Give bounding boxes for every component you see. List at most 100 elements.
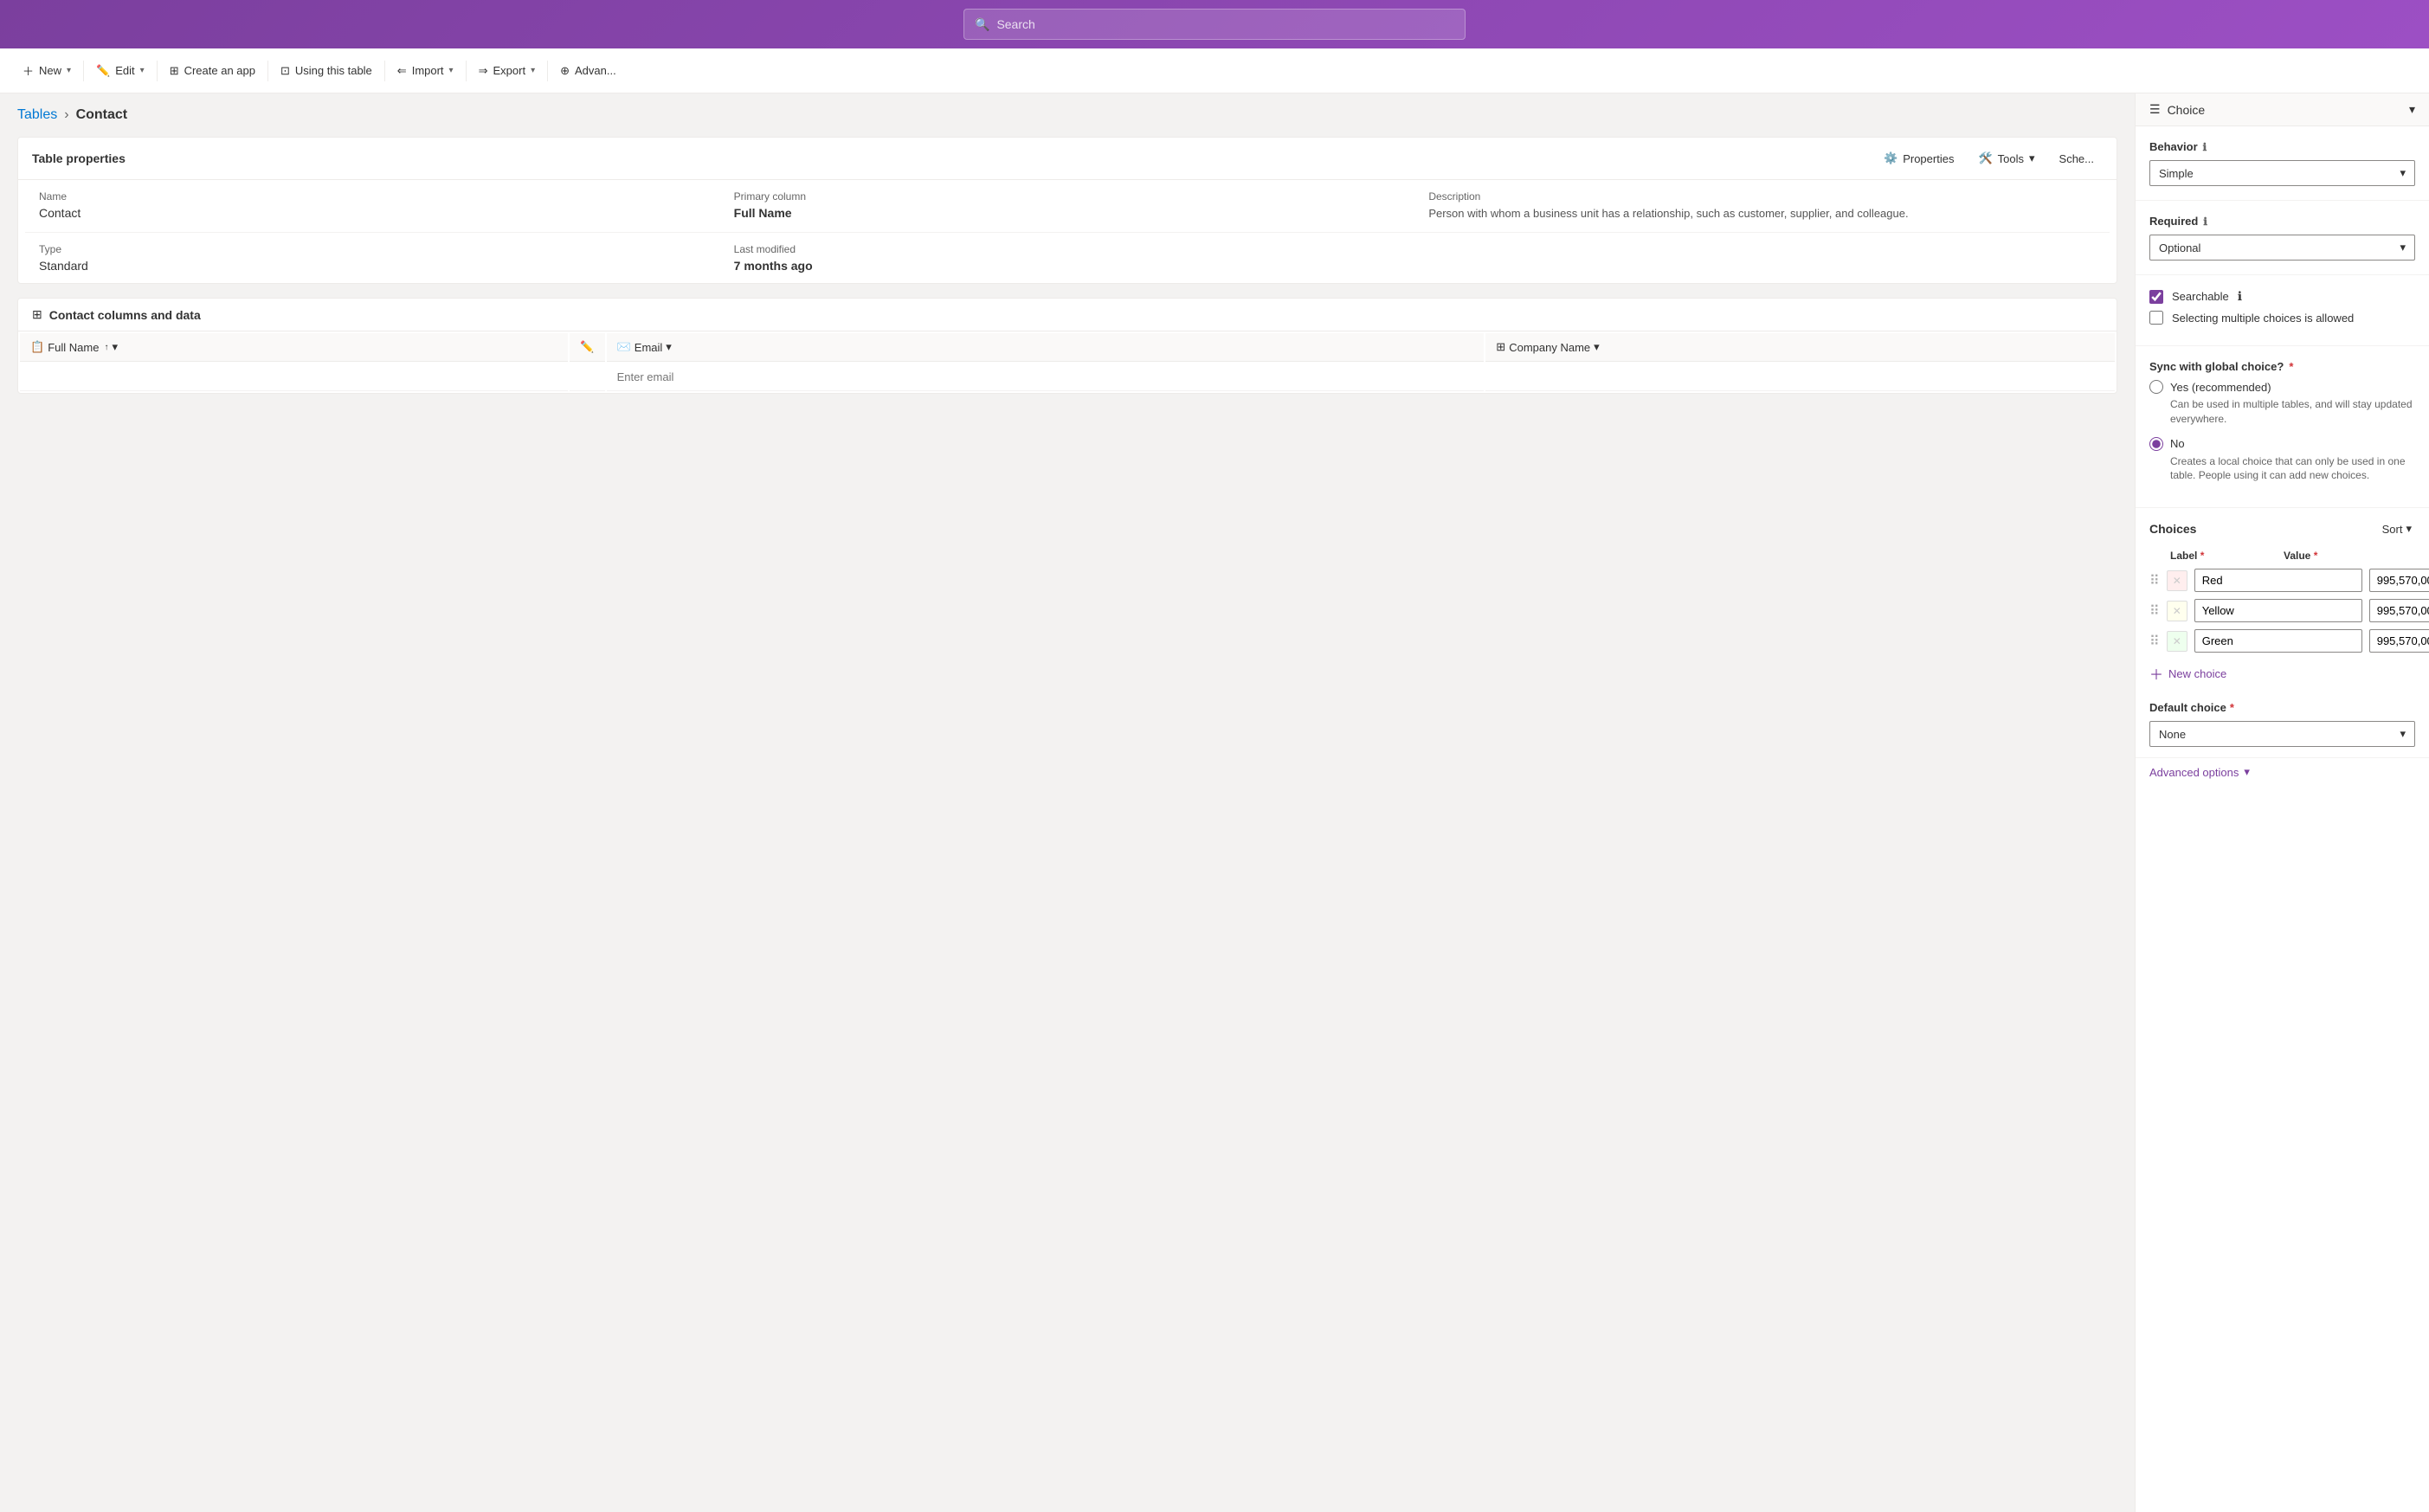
value-col-header: Value *: [2284, 550, 2387, 562]
plus-icon: ＋: [2149, 663, 2163, 684]
cell-edit: [570, 364, 604, 391]
sync-yes-row: Yes (recommended): [2149, 380, 2415, 394]
data-table-card: ⊞ Contact columns and data 📋 Full Name ↑…: [17, 298, 2117, 394]
cell-email[interactable]: [607, 364, 1485, 391]
import-button[interactable]: ⇐ Import ▾: [389, 59, 462, 83]
email-chevron-icon: ▾: [666, 340, 672, 354]
swatch-x-icon: ✕: [2173, 575, 2181, 587]
export-button[interactable]: ⇒ Export ▾: [470, 59, 544, 83]
new-choice-button[interactable]: ＋ New choice: [2136, 656, 2240, 691]
export-icon: ⇒: [479, 64, 488, 78]
separator-4: [384, 61, 385, 81]
table-properties-card: Table properties ⚙️ Properties 🛠️ Tools …: [17, 137, 2117, 284]
default-choice-select[interactable]: None ▾: [2149, 721, 2415, 747]
color-swatch-red[interactable]: ✕: [2167, 570, 2187, 591]
sync-no-label[interactable]: No: [2170, 437, 2185, 450]
right-panel: ☰ Choice ▾ Behavior ℹ Simple ▾ Required …: [2135, 93, 2429, 1512]
advanced-button[interactable]: ⊕ Advan...: [551, 59, 625, 83]
create-app-button[interactable]: ⊞ Create an app: [161, 59, 264, 83]
sync-yes-radio[interactable]: [2149, 380, 2163, 394]
table-header-row: 📋 Full Name ↑ ▾ ✏️ ✉️ E: [20, 333, 2115, 362]
create-app-icon: ⊞: [170, 64, 179, 78]
sort-button[interactable]: Sort ▾: [2379, 518, 2415, 539]
breadcrumb: Tables › Contact: [17, 107, 2117, 123]
sync-required-marker: *: [2289, 360, 2293, 373]
search-input[interactable]: [996, 17, 1454, 31]
tools-icon: 🛠️: [1978, 151, 1992, 165]
advanced-options-button[interactable]: Advanced options ▾: [2136, 757, 2429, 786]
import-chevron-icon: ▾: [449, 66, 454, 75]
table-props-grid-2: Type Standard Last modified 7 months ago: [25, 232, 2110, 283]
search-box[interactable]: 🔍: [963, 9, 1466, 40]
behavior-select[interactable]: Simple ▾: [2149, 160, 2415, 186]
edit-button[interactable]: ✏️ Edit ▾: [87, 59, 153, 83]
col-edit: ✏️: [570, 333, 604, 362]
action-col-header: [2394, 550, 2415, 562]
searchable-label[interactable]: Searchable: [2172, 290, 2229, 303]
choice-row-green: ⠿ ✕ ⋮: [2136, 626, 2429, 656]
col-company-name[interactable]: ⊞ Company Name ▾: [1485, 333, 2115, 362]
prop-type: Type Standard: [25, 233, 720, 283]
choice-value-red[interactable]: [2369, 569, 2429, 592]
behavior-info-icon[interactable]: ℹ: [2203, 141, 2207, 153]
multiple-choices-checkbox[interactable]: [2149, 311, 2163, 325]
sync-yes-item: Yes (recommended) Can be used in multipl…: [2149, 380, 2415, 427]
searchable-section: Searchable ℹ Selecting multiple choices …: [2136, 275, 2429, 346]
search-icon: 🔍: [975, 17, 989, 32]
required-info-icon[interactable]: ℹ: [2203, 216, 2207, 228]
cell-company: [1485, 364, 2115, 391]
drag-handle-red[interactable]: ⠿: [2149, 572, 2160, 589]
email-icon: ✉️: [617, 340, 631, 354]
required-chevron-icon: ▾: [2400, 241, 2406, 254]
choice-label-red[interactable]: [2194, 569, 2362, 592]
drag-handle-yellow[interactable]: ⠿: [2149, 602, 2160, 620]
data-table-header: ⊞ Contact columns and data: [18, 299, 2117, 331]
sync-label: Sync with global choice? *: [2149, 360, 2415, 373]
breadcrumb-tables-link[interactable]: Tables: [17, 107, 57, 123]
data-table-icon: ⊞: [32, 307, 42, 322]
color-swatch-green[interactable]: ✕: [2167, 631, 2187, 652]
behavior-section: Behavior ℹ Simple ▾: [2136, 126, 2429, 201]
searchable-checkbox[interactable]: [2149, 290, 2163, 304]
choice-value-yellow[interactable]: [2369, 599, 2429, 622]
contact-data-table: 📋 Full Name ↑ ▾ ✏️ ✉️ E: [18, 331, 2117, 393]
required-section: Required ℹ Optional ▾: [2136, 201, 2429, 275]
company-icon: ⊞: [1496, 340, 1505, 354]
swatch-x-icon-yellow: ✕: [2173, 605, 2181, 617]
prop-description: Description Person with whom a business …: [1414, 180, 2110, 232]
choice-label-green[interactable]: [2194, 629, 2362, 653]
table-properties-title: Table properties: [32, 151, 126, 165]
properties-button[interactable]: ⚙️ Properties: [1875, 148, 1962, 169]
sync-yes-label[interactable]: Yes (recommended): [2170, 381, 2271, 394]
scheduled-button[interactable]: Sche...: [2051, 149, 2103, 169]
table-properties-header: Table properties ⚙️ Properties 🛠️ Tools …: [18, 138, 2117, 180]
cell-full-name: [20, 364, 568, 391]
col-full-name[interactable]: 📋 Full Name ↑ ▾: [20, 333, 568, 362]
table-props-grid: Name Contact Primary column Full Name De…: [25, 180, 2110, 232]
email-input[interactable]: [617, 370, 1474, 383]
choice-row-yellow: ⠿ ✕ ⋮: [2136, 595, 2429, 626]
sync-no-radio[interactable]: [2149, 437, 2163, 451]
edit-col-icon: ✏️: [580, 340, 594, 353]
searchable-info-icon[interactable]: ℹ: [2238, 289, 2242, 304]
using-table-icon: ⊡: [280, 64, 290, 78]
multiple-choices-label[interactable]: Selecting multiple choices is allowed: [2172, 312, 2354, 325]
type-chevron-icon[interactable]: ▾: [2409, 102, 2415, 117]
color-swatch-yellow[interactable]: ✕: [2167, 601, 2187, 621]
separator-5: [466, 61, 467, 81]
choice-label-yellow[interactable]: [2194, 599, 2362, 622]
choice-type-icon: ☰: [2149, 102, 2161, 117]
choice-row-red: ⠿ ✕ ⋮: [2136, 565, 2429, 595]
data-table-title: Contact columns and data: [49, 308, 201, 322]
col-email[interactable]: ✉️ Email ▾: [607, 333, 1485, 362]
choice-value-green[interactable]: [2369, 629, 2429, 653]
tools-button[interactable]: 🛠️ Tools ▾: [1969, 148, 2043, 169]
full-name-icon: 📋: [30, 340, 44, 354]
company-chevron-icon: ▾: [1594, 340, 1600, 354]
drag-handle-green[interactable]: ⠿: [2149, 633, 2160, 650]
choices-col-headers: Label * Value *: [2136, 546, 2429, 565]
using-table-button[interactable]: ⊡ Using this table: [272, 59, 381, 83]
new-button[interactable]: ＋ New ▾: [14, 57, 80, 84]
required-select[interactable]: Optional ▾: [2149, 235, 2415, 261]
choices-section: Choices Sort ▾ Label * Value *: [2136, 508, 2429, 691]
